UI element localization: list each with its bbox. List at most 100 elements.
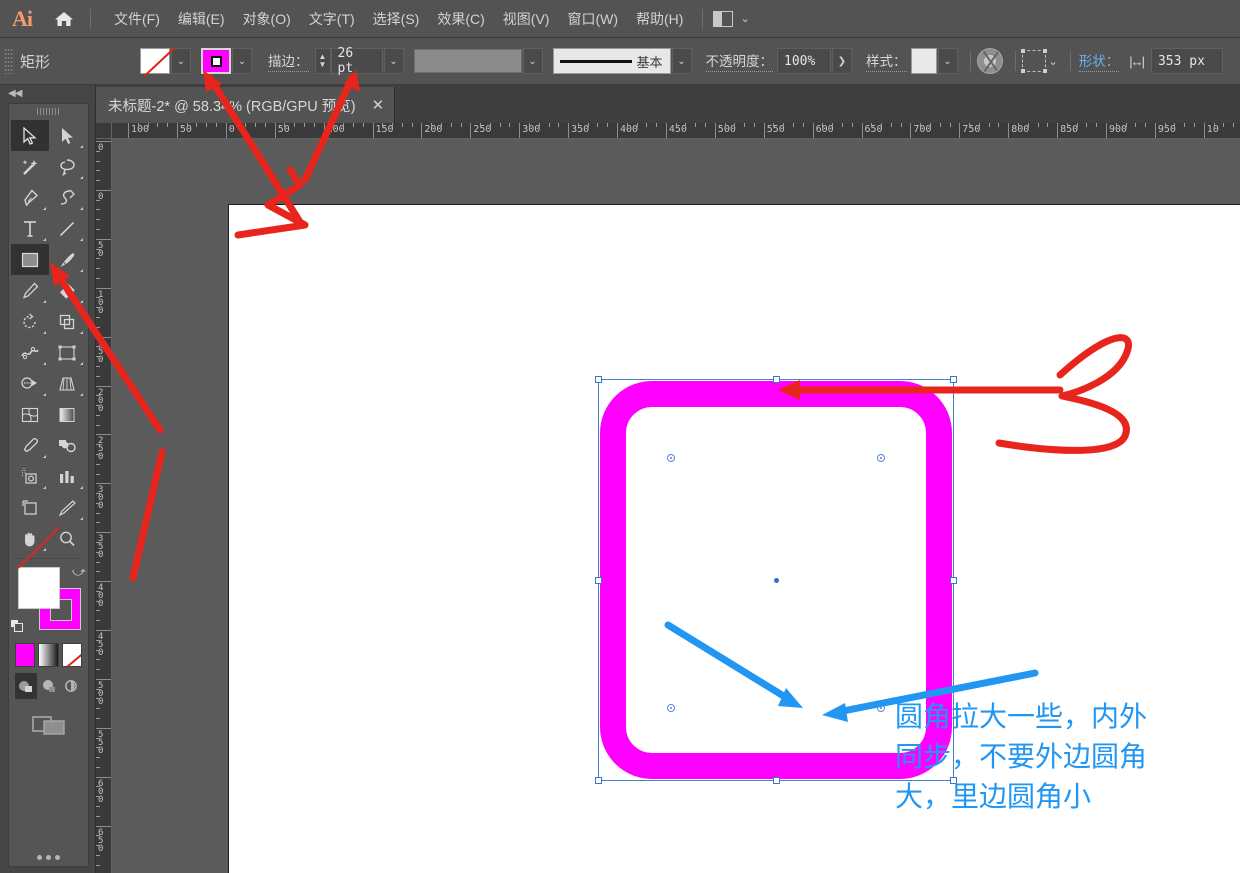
direct-selection-tool[interactable] [49, 120, 87, 151]
menu-edit[interactable]: 编辑(E) [169, 5, 234, 33]
close-icon[interactable]: ✕ [372, 98, 385, 113]
hand-tool[interactable] [11, 523, 49, 554]
stroke-width-stepper[interactable]: ▲ ▼ [314, 48, 331, 74]
fill-swatch[interactable] [140, 48, 170, 74]
stroke-swatch[interactable] [201, 48, 231, 74]
draw-behind-mode[interactable] [37, 673, 60, 699]
menu-object[interactable]: 对象(O) [234, 5, 300, 33]
line-segment-tool[interactable] [49, 213, 87, 244]
menu-help[interactable]: 帮助(H) [627, 5, 692, 33]
variable-width-chevron-icon[interactable]: ⌄ [522, 48, 543, 74]
stroke-width-input[interactable]: 26 pt [330, 46, 383, 76]
style-label[interactable]: 样式： [866, 50, 907, 72]
horizontal-ruler[interactable]: 100 50 0 50 100 150 200 250 300 350 400 450 500 550 60… [112, 123, 1240, 139]
menu-select[interactable]: 选择(S) [364, 5, 429, 33]
home-icon[interactable] [44, 0, 84, 38]
double-chevron-left-icon[interactable]: ◀◀ [8, 88, 22, 99]
curvature-tool[interactable] [49, 182, 87, 213]
opacity-group[interactable]: 100% ❯ [777, 48, 852, 74]
variable-width-profile-group[interactable]: ⌄ [413, 48, 543, 74]
corner-radius-widget-top-left[interactable] [667, 454, 675, 462]
corner-radius-widget-top-right[interactable] [877, 454, 885, 462]
menu-view[interactable]: 视图(V) [494, 5, 559, 33]
type-tool[interactable] [11, 213, 49, 244]
zoom-tool[interactable] [49, 523, 87, 554]
corner-radius-widget-bottom-right[interactable] [877, 704, 885, 712]
rotate-tool[interactable] [11, 306, 49, 337]
selection-tool[interactable] [11, 120, 49, 151]
menu-window[interactable]: 窗口(W) [558, 5, 627, 33]
recolor-artwork-icon[interactable] [976, 48, 1003, 74]
magic-wand-tool[interactable] [11, 151, 49, 182]
graphic-style-group[interactable]: ⌄ [910, 48, 958, 74]
stroke-label[interactable]: 描边： [268, 50, 309, 72]
symbol-sprayer-tool[interactable] [11, 461, 49, 492]
menu-file[interactable]: 文件(F) [105, 5, 169, 33]
pen-tool[interactable] [11, 182, 49, 213]
swap-fill-stroke-icon[interactable]: ⤻ [72, 565, 86, 579]
stroke-dropdown-chevron-icon[interactable]: ⌄ [232, 48, 252, 74]
menu-effect[interactable]: 效果(C) [428, 5, 493, 33]
workspace-switcher[interactable]: ⌄ [713, 10, 750, 27]
selection-handle-middle-left[interactable] [595, 577, 602, 584]
shape-label[interactable]: 形状： [1078, 50, 1120, 72]
fill-dropdown-chevron-icon[interactable]: ⌄ [171, 48, 191, 74]
rectangle-tool[interactable] [11, 244, 49, 275]
selection-handle-bottom-center[interactable] [773, 777, 780, 784]
shape-width-input[interactable]: 353 px [1150, 48, 1223, 74]
variable-width-profile-field[interactable] [413, 49, 522, 73]
toolbar-fill-swatch[interactable] [18, 567, 60, 609]
edit-toolbar-ellipsis-icon[interactable] [9, 855, 88, 860]
selection-handle-bottom-left[interactable] [595, 777, 602, 784]
opacity-input[interactable]: 100% [777, 48, 831, 74]
vertical-ruler[interactable]: 0 0 50 100 150 200 250 300 350 400 450 500 550 600 650… [96, 139, 112, 873]
shape-builder-tool[interactable] [11, 368, 49, 399]
color-button[interactable] [15, 643, 36, 667]
corner-radius-widget-bottom-left[interactable] [667, 704, 675, 712]
none-button[interactable] [61, 643, 82, 667]
scale-tool[interactable] [49, 306, 87, 337]
stepper-down-icon[interactable]: ▼ [319, 61, 327, 69]
selection-handle-middle-right[interactable] [950, 577, 957, 584]
stroke-width-group[interactable]: ▲ ▼ 26 pt ⌄ [314, 46, 404, 76]
eraser-tool[interactable] [49, 275, 87, 306]
selection-handle-top-right[interactable] [950, 376, 957, 383]
menu-type[interactable]: 文字(T) [300, 5, 364, 33]
slice-tool[interactable] [49, 492, 87, 523]
artboard-tool[interactable] [11, 492, 49, 523]
perspective-grid-tool[interactable] [49, 368, 87, 399]
width-tool[interactable] [11, 337, 49, 368]
column-graph-tool[interactable] [49, 461, 87, 492]
paintbrush-tool[interactable] [49, 244, 87, 275]
pencil-tool[interactable] [11, 275, 49, 306]
fill-swatch-group[interactable]: ⌄ [140, 48, 191, 74]
align-icon[interactable] [1020, 49, 1047, 73]
align-group[interactable]: ⌄ [1020, 49, 1058, 73]
eyedropper-tool[interactable] [11, 430, 49, 461]
default-fill-stroke-icon[interactable] [10, 619, 24, 633]
blend-tool[interactable] [49, 430, 87, 461]
opacity-label[interactable]: 不透明度： [705, 50, 773, 72]
mesh-tool[interactable] [11, 399, 49, 430]
stroke-profile-group[interactable]: 基本 ⌄ [552, 48, 692, 74]
screen-mode-icon[interactable] [9, 705, 88, 745]
graphic-style-chevron-icon[interactable]: ⌄ [937, 48, 958, 74]
stroke-width-chevron-icon[interactable]: ⌄ [383, 48, 404, 74]
tools-panel-grip[interactable] [9, 104, 88, 118]
draw-inside-mode[interactable] [60, 673, 83, 699]
align-chevron-icon[interactable]: ⌄ [1049, 55, 1058, 68]
selection-handle-top-left[interactable] [595, 376, 602, 383]
control-bar-grip[interactable] [4, 48, 14, 74]
graphic-style-swatch[interactable] [910, 48, 937, 74]
draw-normal-mode[interactable] [15, 673, 37, 699]
document-tab[interactable]: 未标题-2* @ 58.34% (RGB/GPU 预览) ✕ [96, 87, 396, 123]
gradient-tool[interactable] [49, 399, 87, 430]
lasso-tool[interactable] [49, 151, 87, 182]
stroke-profile-chevron-icon[interactable]: ⌄ [671, 48, 692, 74]
opacity-expand-icon[interactable]: ❯ [832, 48, 852, 74]
selection-handle-top-center[interactable] [773, 376, 780, 383]
free-transform-tool[interactable] [49, 337, 87, 368]
gradient-button[interactable] [38, 643, 59, 667]
stroke-swatch-group[interactable]: ⌄ [201, 48, 252, 74]
stroke-profile-field[interactable]: 基本 [552, 48, 671, 74]
